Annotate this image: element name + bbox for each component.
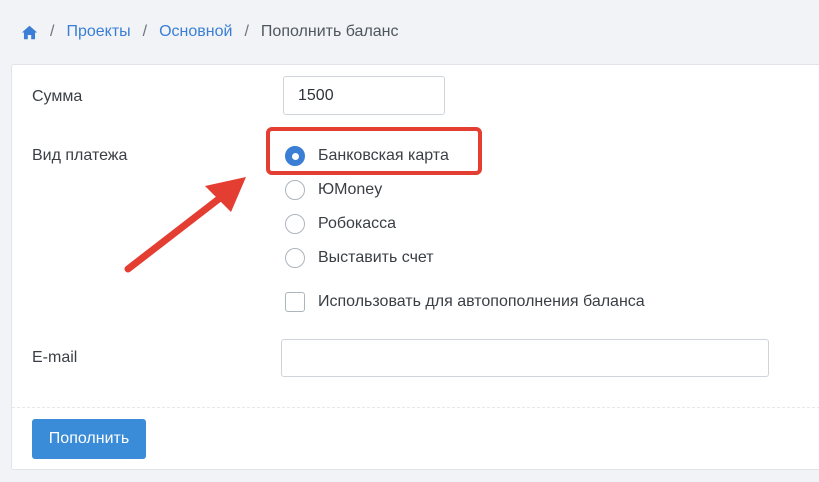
- breadcrumb-separator: /: [50, 23, 55, 40]
- email-input[interactable]: [281, 339, 769, 377]
- breadcrumb-link-main[interactable]: Основной: [159, 23, 232, 41]
- amount-input[interactable]: 1500: [283, 76, 445, 115]
- payment-option-label: Выставить счет: [318, 249, 434, 266]
- autorefill-checkbox[interactable]: [285, 292, 305, 312]
- autorefill-label: Использовать для автопополнения баланса: [318, 293, 645, 310]
- radio-button[interactable]: [285, 214, 305, 234]
- amount-label: Сумма: [32, 88, 83, 105]
- breadcrumb: / Проекты / Основной / Пополнить баланс: [21, 20, 399, 44]
- payment-option-robokassa[interactable]: Робокасса: [285, 212, 396, 236]
- breadcrumb-link-projects[interactable]: Проекты: [66, 23, 130, 41]
- payment-option-label: Робокасса: [318, 215, 397, 232]
- payment-option-invoice[interactable]: Выставить счет: [285, 246, 434, 270]
- payment-option-yoomoney[interactable]: ЮMoney: [285, 178, 382, 202]
- highlight-annotation-box: [266, 127, 482, 175]
- autorefill-option[interactable]: Использовать для автопополнения баланса: [285, 292, 645, 312]
- form-divider: [12, 407, 819, 408]
- radio-button[interactable]: [285, 248, 305, 268]
- payment-type-label: Вид платежа: [32, 147, 128, 164]
- payment-form-card: Сумма 1500 Вид платежа Банковская карта …: [11, 64, 819, 470]
- payment-option-label: ЮMoney: [318, 181, 383, 198]
- breadcrumb-separator: /: [244, 23, 249, 40]
- email-label: E-mail: [32, 349, 78, 366]
- breadcrumb-current: Пополнить баланс: [260, 23, 399, 40]
- breadcrumb-separator: /: [142, 23, 148, 40]
- radio-button[interactable]: [285, 180, 305, 200]
- home-icon[interactable]: [21, 24, 38, 41]
- submit-button[interactable]: Пополнить: [32, 419, 146, 459]
